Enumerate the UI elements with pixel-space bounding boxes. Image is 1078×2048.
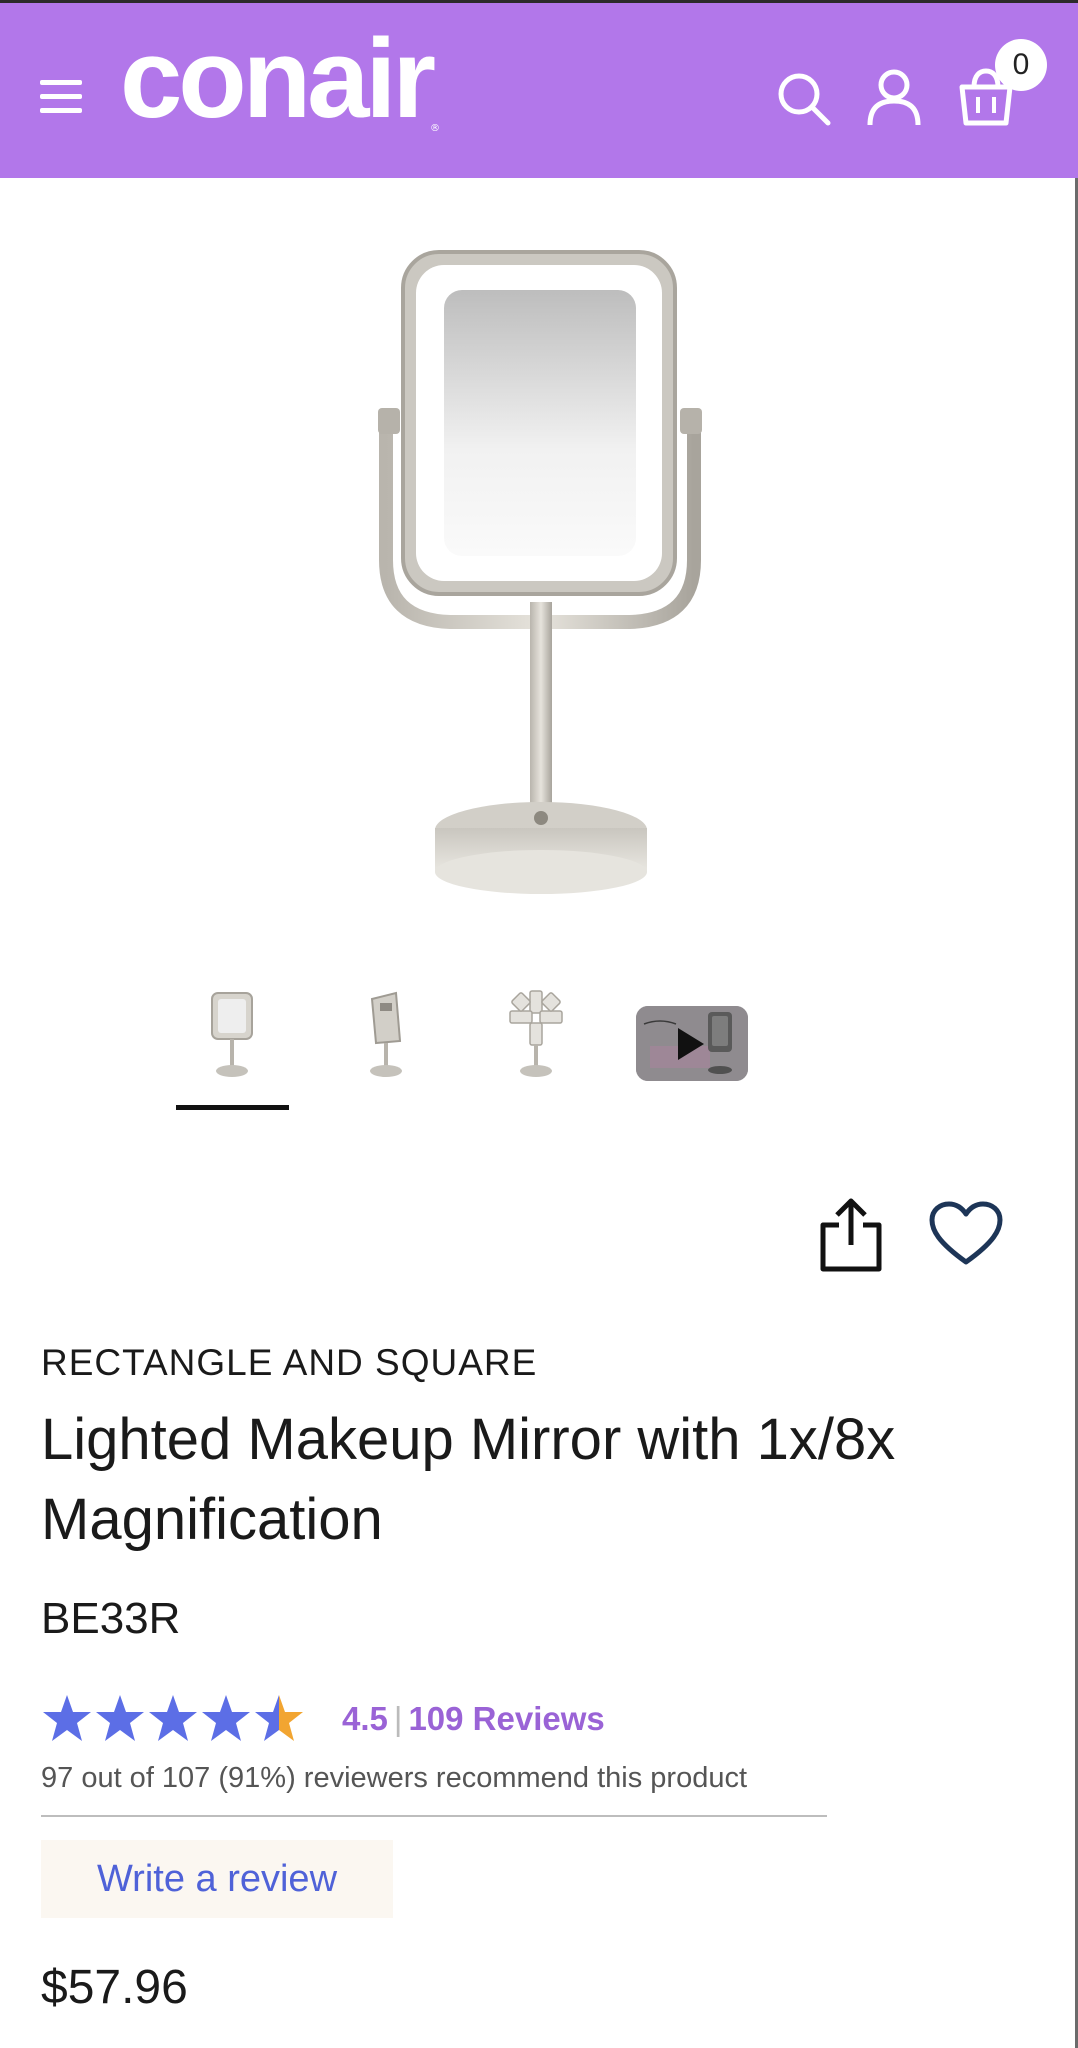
product-sku: BE33R [41, 1594, 181, 1643]
star-icon [202, 1695, 250, 1741]
star-rating[interactable] [41, 1693, 311, 1745]
thumbnail-mirror-rotating[interactable] [480, 985, 592, 1085]
product-price: $57.96 [41, 1961, 188, 2014]
reviews-link[interactable]: 109 Reviews [408, 1700, 604, 1737]
product-title: Lighted Makeup Mirror with 1x/8x Magnifi… [41, 1407, 896, 1552]
thumbnail-mirror-side[interactable] [330, 985, 442, 1085]
rating-separator: | [393, 1700, 403, 1737]
star-icon [149, 1695, 197, 1741]
recommend-text: 97 out of 107 (91%) reviewers recommend … [41, 1762, 748, 1794]
product-category: RECTANGLE AND SQUARE [41, 1342, 538, 1383]
registered-mark: ® [430, 123, 440, 134]
write-review-button[interactable]: Write a review [41, 1840, 393, 1918]
brand-logo[interactable]: conair [120, 23, 436, 135]
search-icon[interactable] [776, 71, 832, 127]
cart-count-badge: 0 [995, 39, 1047, 91]
site-header: conair ® 0 [0, 3, 1078, 178]
rating-summary[interactable]: 4.5 | 109 Reviews [342, 1700, 605, 1738]
star-icon [96, 1695, 144, 1741]
share-icon[interactable] [815, 1195, 887, 1273]
star-icon [43, 1695, 91, 1741]
star-half-icon [255, 1695, 303, 1741]
thumbnail-mirror-front[interactable] [176, 985, 288, 1085]
play-icon [678, 1028, 704, 1060]
account-icon[interactable] [866, 67, 922, 127]
heart-icon[interactable] [928, 1200, 1004, 1266]
product-hero-image[interactable] [340, 230, 740, 930]
rating-value: 4.5 [342, 1700, 388, 1737]
divider [41, 1815, 827, 1817]
thumbnail-video[interactable] [636, 1006, 748, 1081]
hamburger-menu-icon[interactable] [40, 80, 82, 114]
thumbnail-active-indicator [176, 1105, 289, 1110]
